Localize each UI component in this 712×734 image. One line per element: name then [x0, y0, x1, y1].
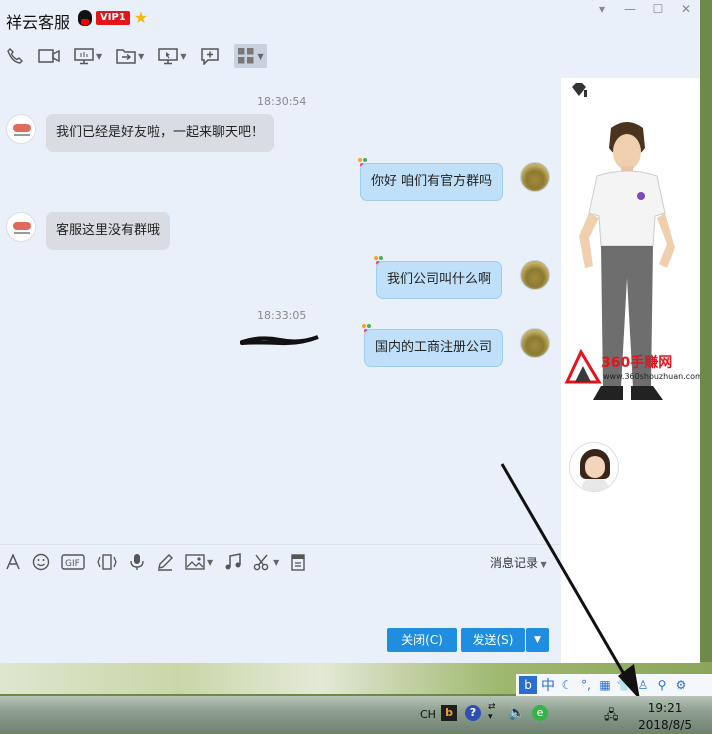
music-icon[interactable]: [224, 553, 242, 571]
windows-taskbar: CH b ? ⇄ ▾ 🔈 e 🖧: [0, 696, 712, 733]
input-divider: [0, 544, 560, 545]
user-avatar[interactable]: [520, 162, 550, 192]
message-bubble-sent: 国内的工商注册公司: [364, 329, 504, 367]
contact-avatar[interactable]: [6, 212, 36, 242]
volume-icon[interactable]: 🔈: [508, 705, 525, 721]
settings-icon[interactable]: ⚙: [673, 678, 689, 692]
search-icon[interactable]: ⚲: [654, 678, 670, 692]
annotation-arrow: [500, 463, 640, 700]
doodle-icon[interactable]: [156, 553, 174, 571]
video-icon[interactable]: [38, 48, 60, 64]
ime-tray-icon[interactable]: b: [441, 705, 457, 721]
minimize-button[interactable]: —: [622, 2, 638, 16]
input-toolbar: GIF ▼ ▼: [0, 548, 560, 576]
message-timestamp: 18:33:05: [257, 309, 307, 322]
diamond-icon[interactable]: [569, 82, 589, 98]
add-contact-icon[interactable]: [200, 47, 220, 65]
screen-share-icon[interactable]: ▼: [74, 47, 102, 65]
qq-penguin-icon: [78, 10, 92, 26]
svg-text:GIF: GIF: [65, 559, 80, 569]
watermark-title: 360手赚网: [601, 355, 673, 371]
history-file-icon[interactable]: [290, 553, 306, 571]
phone-icon[interactable]: [6, 47, 24, 65]
voice-icon[interactable]: [129, 553, 145, 571]
network-icon[interactable]: 🖧: [604, 706, 619, 728]
title-bar: 祥云客服 VIP1 ★ ▾ — ☐ ✕: [0, 0, 700, 40]
close-button[interactable]: 关闭(C): [387, 628, 457, 652]
screenshot-icon[interactable]: ▼: [253, 553, 279, 571]
emoji-icon[interactable]: [32, 553, 50, 571]
taskbar-clock[interactable]: 19:21 2018/8/5: [638, 700, 692, 734]
message-timestamp: 18:30:54: [257, 95, 307, 108]
clock-time: 19:21: [647, 701, 683, 715]
user-avatar[interactable]: [520, 328, 550, 358]
clock-date: 2018/8/5: [638, 718, 692, 732]
vip-status[interactable]: VIP1 ★: [78, 10, 148, 26]
window-title: 祥云客服: [6, 13, 71, 32]
star-icon: ★: [133, 8, 149, 27]
close-window-button[interactable]: ✕: [678, 2, 694, 16]
language-indicator[interactable]: CH: [420, 708, 436, 721]
message-bubble-sent: 我们公司叫什么啊: [376, 261, 503, 299]
file-transfer-icon[interactable]: ▼: [116, 47, 144, 65]
maximize-button[interactable]: ☐: [650, 2, 666, 16]
contact-avatar[interactable]: [6, 114, 36, 144]
message-bubble-received: 客服这里没有群哦: [46, 212, 171, 250]
image-icon[interactable]: ▼: [185, 554, 213, 570]
redaction-scribble: [240, 335, 319, 346]
font-icon[interactable]: [5, 554, 21, 570]
message-bubble-sent: 你好 咱们有官方群吗: [360, 163, 504, 201]
chat-history: 18:30:54 我们已经是好友啦，一起来聊天吧！ 你好 咱们有官方群吗 客服这…: [0, 78, 560, 544]
apps-grid-icon[interactable]: ▼: [234, 44, 267, 68]
dropdown-menu-button[interactable]: ▾: [594, 2, 610, 16]
watermark-url: www.360shouzhuan.com: [603, 372, 700, 381]
security-icon[interactable]: e: [532, 705, 548, 721]
chat-toolbar: ▼ ▼ ▼ ▼: [0, 42, 560, 70]
tray-expand-icon[interactable]: ⇄ ▾: [488, 702, 496, 722]
user-avatar[interactable]: [520, 260, 550, 290]
gif-icon[interactable]: GIF: [61, 554, 85, 570]
remote-desktop-icon[interactable]: ▼: [158, 47, 186, 65]
watermark-logo-icon: [564, 348, 602, 384]
message-bubble-received: 我们已经是好友啦，一起来聊天吧！: [46, 114, 275, 152]
help-icon[interactable]: ?: [465, 705, 481, 721]
shake-icon[interactable]: [96, 553, 118, 571]
vip-badge: VIP1: [96, 11, 130, 25]
